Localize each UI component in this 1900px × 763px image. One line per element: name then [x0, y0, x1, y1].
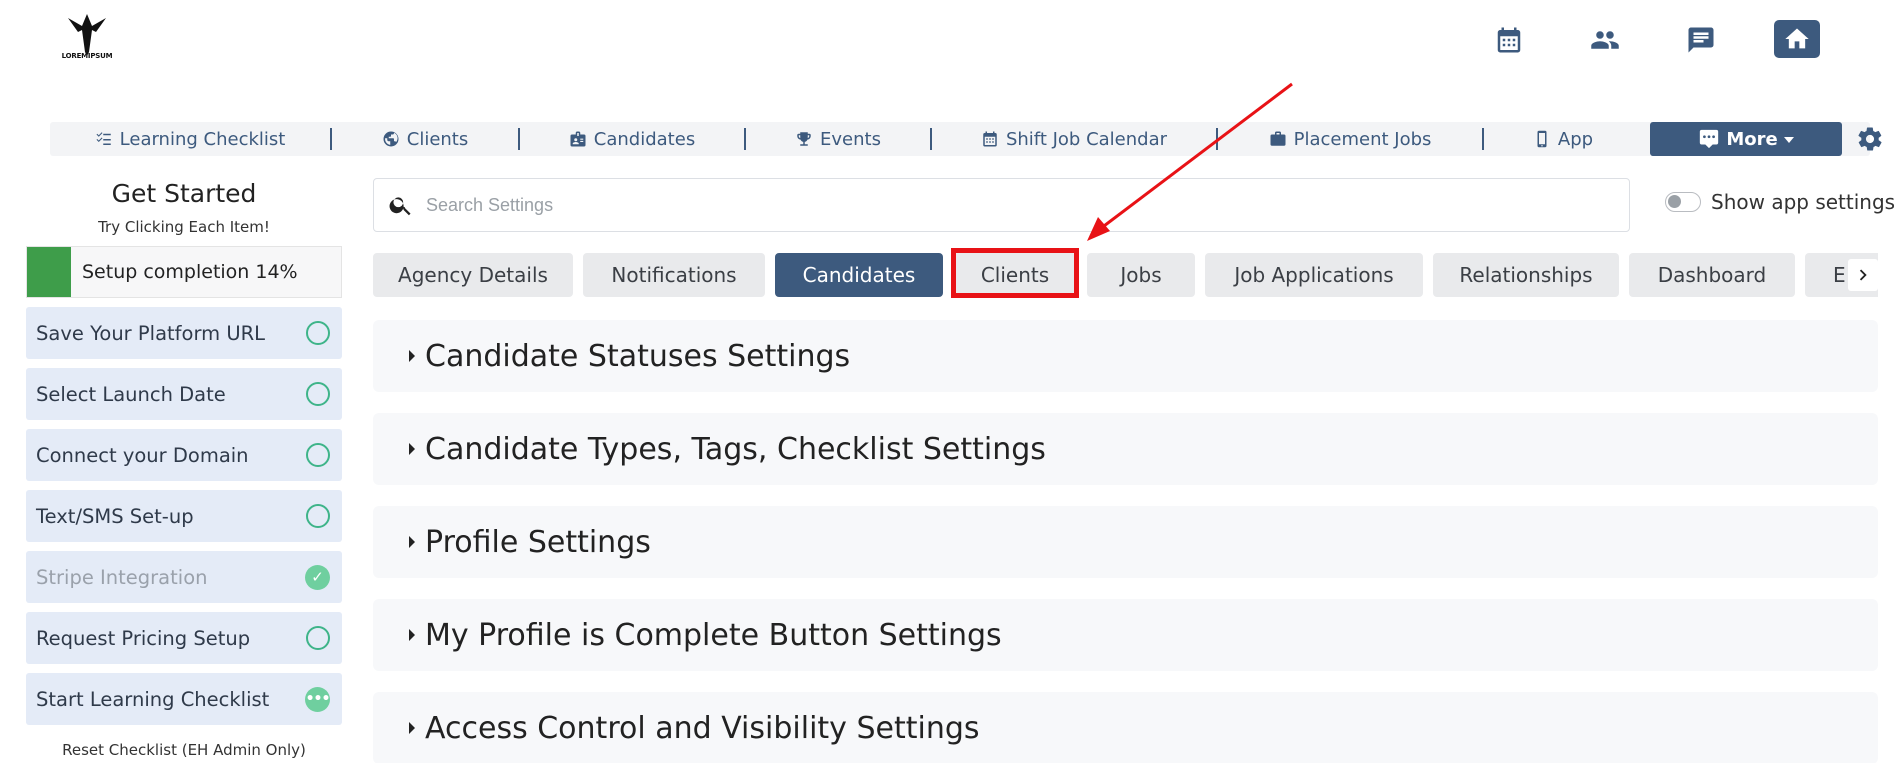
section-title: Candidate Statuses Settings [425, 338, 851, 374]
tab-job-applications[interactable]: Job Applications [1205, 253, 1423, 297]
caret-right-icon [409, 443, 415, 455]
caret-right-icon [409, 536, 415, 548]
more-button[interactable]: More [1650, 122, 1842, 156]
ellipsis-circle-icon: ••• [305, 686, 330, 712]
setup-progress-bar: Setup completion 14% [26, 246, 342, 298]
mobile-icon [1537, 130, 1547, 148]
trophy-icon [797, 132, 811, 146]
section-candidate-statuses[interactable]: Candidate Statuses Settings [373, 320, 1878, 392]
checklist-icon [96, 132, 111, 145]
check-circle-icon: ✓ [305, 564, 330, 590]
sidebar-title: Get Started [111, 179, 257, 208]
nav-label: Events [820, 128, 881, 150]
search-icon [389, 197, 411, 216]
checklist-item-sms[interactable]: Text/SMS Set-up [26, 490, 342, 542]
nav-item-events[interactable]: Events [746, 122, 930, 156]
section-candidate-types[interactable]: Candidate Types, Tags, Checklist Setting… [373, 413, 1878, 485]
nav-item-clients[interactable]: Clients [332, 122, 518, 156]
checklist-item-domain[interactable]: Connect your Domain [26, 429, 342, 481]
tab-notifications[interactable]: Notifications [583, 253, 765, 297]
nav-label: Candidates [593, 128, 696, 150]
caret-right-icon [409, 350, 415, 362]
calendar-icon[interactable] [1488, 20, 1530, 60]
nav-label: Placement Jobs [1293, 128, 1432, 150]
section-profile-complete-button[interactable]: My Profile is Complete Button Settings [373, 599, 1878, 671]
checklist-item-launch-date[interactable]: Select Launch Date [26, 368, 342, 420]
nav-item-placement-jobs[interactable]: Placement Jobs [1218, 122, 1482, 156]
chat-icon[interactable] [1680, 20, 1722, 60]
calendar-icon [983, 131, 997, 147]
checklist-item-label: Request Pricing Setup [36, 626, 251, 650]
search-settings-box [373, 178, 1630, 232]
logo-emblem-icon [68, 14, 106, 56]
nav-item-shift-job-calendar[interactable]: Shift Job Calendar [932, 122, 1216, 156]
section-title: My Profile is Complete Button Settings [425, 617, 1002, 653]
search-input[interactable] [426, 194, 1576, 216]
tab-agency-details[interactable]: Agency Details [373, 253, 573, 297]
checklist-item-label: Start Learning Checklist [36, 687, 270, 711]
id-badge-icon [570, 131, 586, 147]
annotation-highlight-box [951, 248, 1079, 298]
comment-icon [1700, 129, 1719, 149]
section-title: Candidate Types, Tags, Checklist Setting… [425, 431, 1046, 467]
circle-icon [306, 382, 330, 406]
section-title: Access Control and Visibility Settings [425, 710, 980, 746]
checklist-item-stripe[interactable]: Stripe Integration ✓ [26, 551, 342, 603]
toggle-switch[interactable] [1665, 192, 1701, 212]
checklist-item-label: Connect your Domain [36, 443, 249, 467]
sidebar-subtitle: Try Clicking Each Item! [98, 218, 270, 236]
checklist-item-label: Save Your Platform URL [36, 321, 266, 345]
checklist-item-pricing[interactable]: Request Pricing Setup [26, 612, 342, 664]
tab-relationships[interactable]: Relationships [1433, 253, 1619, 297]
checklist-item-label: Select Launch Date [36, 382, 226, 406]
tab-candidates[interactable]: Candidates [775, 253, 943, 297]
caret-right-icon [409, 722, 415, 734]
show-app-settings-toggle[interactable]: Show app settings [1665, 190, 1895, 214]
nav-item-learning-checklist[interactable]: Learning Checklist [50, 122, 330, 156]
gear-icon[interactable] [1856, 125, 1884, 153]
nav-label: App [1557, 128, 1594, 150]
progress-label: Setup completion 14% [82, 261, 298, 283]
home-icon[interactable] [1774, 20, 1820, 58]
checklist-item-label: Text/SMS Set-up [36, 504, 194, 528]
circle-icon [306, 321, 330, 345]
nav-item-app[interactable]: App [1484, 122, 1642, 156]
settings-tabs: Agency Details Notifications Candidates … [373, 253, 1878, 297]
main-navbar: Learning Checklist Clients Candidates Ev… [50, 122, 1882, 156]
toggle-label: Show app settings [1711, 190, 1896, 214]
logo-text: LOREMIPSUM [61, 52, 113, 60]
tab-dashboard[interactable]: Dashboard [1629, 253, 1795, 297]
briefcase-icon [1270, 131, 1286, 146]
circle-icon [306, 504, 330, 528]
get-started-sidebar: Get Started Try Clicking Each Item! Setu… [26, 176, 342, 759]
chevron-right-icon[interactable] [1848, 259, 1878, 291]
circle-icon [306, 626, 330, 650]
nav-label: Clients [406, 128, 469, 150]
section-profile-settings[interactable]: Profile Settings [373, 506, 1878, 578]
checklist-item-learning[interactable]: Start Learning Checklist ••• [26, 673, 342, 725]
caret-down-icon [1783, 137, 1794, 143]
checklist-item-label: Stripe Integration [36, 565, 208, 589]
globe-icon [383, 131, 399, 147]
reset-checklist-link[interactable]: Reset Checklist (EH Admin Only) [26, 741, 342, 759]
nav-label: Learning Checklist [119, 128, 286, 150]
caret-right-icon [409, 629, 415, 641]
section-access-control[interactable]: Access Control and Visibility Settings [373, 692, 1878, 763]
nav-item-candidates[interactable]: Candidates [520, 122, 744, 156]
people-icon[interactable] [1584, 20, 1626, 60]
progress-fill [27, 247, 72, 297]
nav-label: Shift Job Calendar [1005, 128, 1168, 150]
circle-icon [306, 443, 330, 467]
section-title: Profile Settings [425, 524, 651, 560]
tab-jobs[interactable]: Jobs [1087, 253, 1195, 297]
checklist-item-platform-url[interactable]: Save Your Platform URL [26, 307, 342, 359]
more-button-label: More [1726, 128, 1778, 150]
